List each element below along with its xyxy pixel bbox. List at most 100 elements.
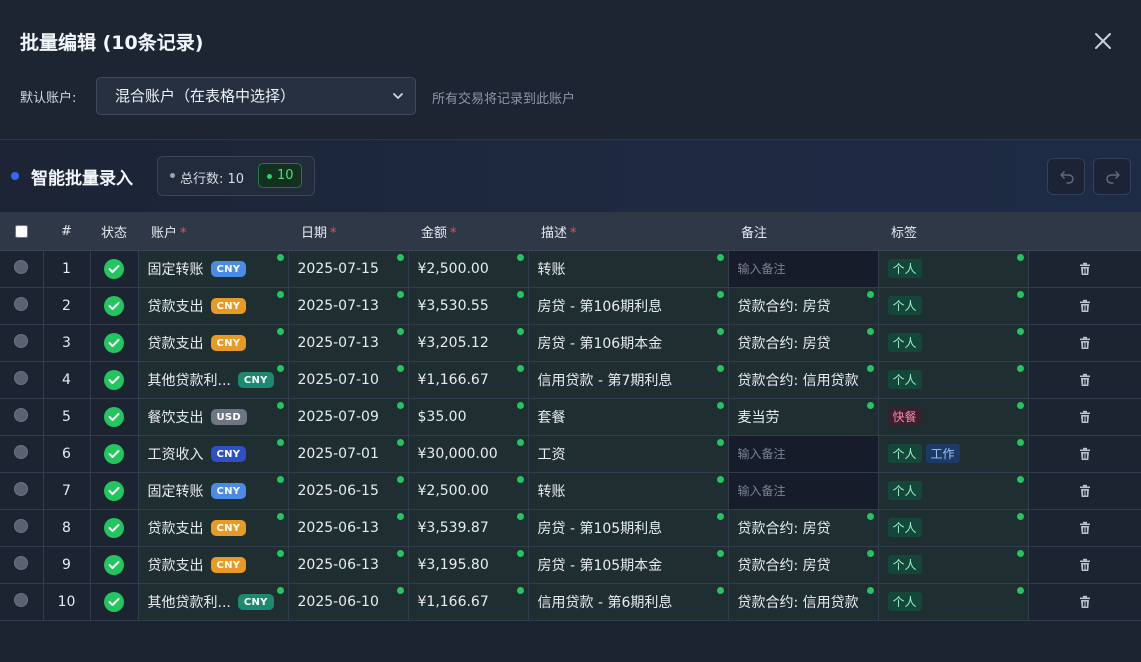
date-cell[interactable]: 2025-07-15 — [288, 250, 409, 288]
tag-chip[interactable]: 工作 — [925, 444, 960, 463]
tag-chip[interactable]: 个人 — [887, 481, 922, 500]
account-cell[interactable]: 固定转账 CNY — [138, 250, 289, 288]
close-button[interactable] — [1090, 28, 1116, 54]
date-cell[interactable]: 2025-07-13 — [288, 324, 409, 362]
delete-row-button[interactable] — [1028, 435, 1141, 473]
account-cell[interactable]: 贷款支出 CNY — [138, 324, 289, 362]
row-select-radio[interactable] — [14, 333, 29, 348]
row-select-radio[interactable] — [14, 555, 29, 570]
description-cell[interactable]: 套餐 — [528, 398, 729, 436]
amount-cell[interactable]: ¥2,500.00 — [408, 472, 529, 510]
row-select-radio[interactable] — [14, 518, 29, 533]
row-select-radio[interactable] — [14, 370, 29, 385]
account-cell[interactable]: 其他贷款利... CNY — [138, 583, 289, 621]
tags-cell[interactable]: 个人 — [878, 287, 1029, 325]
tag-chip[interactable]: 个人 — [887, 592, 922, 611]
tags-cell[interactable]: 快餐 — [878, 398, 1029, 436]
note-cell[interactable]: 贷款合约: 信用贷款 — [728, 361, 879, 399]
description-cell[interactable]: 信用贷款 - 第6期利息 — [528, 583, 729, 621]
tags-cell[interactable]: 个人 — [878, 361, 1029, 399]
delete-row-button[interactable] — [1028, 250, 1141, 288]
date-cell[interactable]: 2025-07-01 — [288, 435, 409, 473]
date-cell[interactable]: 2025-06-13 — [288, 546, 409, 584]
date-cell[interactable]: 2025-07-10 — [288, 361, 409, 399]
amount-cell[interactable]: ¥30,000.00 — [408, 435, 529, 473]
row-select-radio[interactable] — [14, 296, 29, 311]
amount-cell[interactable]: $35.00 — [408, 398, 529, 436]
tag-chip[interactable]: 个人 — [887, 333, 922, 352]
tags-cell[interactable]: 个人 — [878, 509, 1029, 547]
amount-cell[interactable]: ¥3,530.55 — [408, 287, 529, 325]
account-cell[interactable]: 工资收入 CNY — [138, 435, 289, 473]
tags-cell[interactable]: 个人 — [878, 324, 1029, 362]
amount-cell[interactable]: ¥3,205.12 — [408, 324, 529, 362]
amount-cell[interactable]: ¥1,166.67 — [408, 583, 529, 621]
note-cell[interactable]: 输入备注 — [728, 250, 879, 288]
description-cell[interactable]: 转账 — [528, 250, 729, 288]
row-select-radio[interactable] — [14, 407, 29, 422]
tags-cell[interactable]: 个人 — [878, 472, 1029, 510]
note-cell[interactable]: 贷款合约: 房贷 — [728, 287, 879, 325]
tag-chip[interactable]: 个人 — [887, 555, 922, 574]
description-cell[interactable]: 信用贷款 - 第7期利息 — [528, 361, 729, 399]
date-value: 2025-07-01 — [297, 445, 379, 462]
description-cell[interactable]: 房贷 - 第106期利息 — [528, 287, 729, 325]
row-select-radio[interactable] — [14, 592, 29, 607]
description-cell[interactable]: 转账 — [528, 472, 729, 510]
account-cell[interactable]: 固定转账 CNY — [138, 472, 289, 510]
row-select-radio[interactable] — [14, 259, 29, 274]
tags-cell[interactable]: 个人 — [878, 250, 1029, 288]
note-cell[interactable]: 麦当劳 — [728, 398, 879, 436]
account-cell[interactable]: 其他贷款利... CNY — [138, 361, 289, 399]
account-cell[interactable]: 贷款支出 CNY — [138, 509, 289, 547]
tags-cell[interactable]: 个人 — [878, 583, 1029, 621]
date-cell[interactable]: 2025-06-13 — [288, 509, 409, 547]
account-cell[interactable]: 贷款支出 CNY — [138, 287, 289, 325]
tag-chip[interactable]: 个人 — [887, 296, 922, 315]
delete-row-button[interactable] — [1028, 509, 1141, 547]
redo-button[interactable] — [1093, 158, 1131, 195]
note-cell[interactable]: 输入备注 — [728, 435, 879, 473]
date-cell[interactable]: 2025-06-10 — [288, 583, 409, 621]
delete-row-button[interactable] — [1028, 546, 1141, 584]
row-select-radio[interactable] — [14, 481, 29, 496]
description-cell[interactable]: 房贷 - 第105期本金 — [528, 546, 729, 584]
date-cell[interactable]: 2025-06-15 — [288, 472, 409, 510]
amount-cell[interactable]: ¥1,166.67 — [408, 361, 529, 399]
tags-cell[interactable]: 个人 工作 — [878, 435, 1029, 473]
description-cell[interactable]: 工资 — [528, 435, 729, 473]
tag-chip[interactable]: 个人 — [887, 518, 922, 537]
tags-cell[interactable]: 个人 — [878, 546, 1029, 584]
date-cell[interactable]: 2025-07-13 — [288, 287, 409, 325]
note-cell[interactable]: 贷款合约: 房贷 — [728, 324, 879, 362]
tag-chip[interactable]: 快餐 — [887, 407, 922, 426]
tag-chip[interactable]: 个人 — [887, 259, 922, 278]
amount-cell[interactable]: ¥2,500.00 — [408, 250, 529, 288]
amount-cell[interactable]: ¥3,539.87 — [408, 509, 529, 547]
note-cell[interactable]: 贷款合约: 房贷 — [728, 546, 879, 584]
table-row: 7 固定转账 CNY 2025-06-15 ¥2,500.00 转账 输入备注 个人 — [0, 472, 1141, 510]
description-cell[interactable]: 房贷 - 第106期本金 — [528, 324, 729, 362]
account-cell[interactable]: 贷款支出 CNY — [138, 546, 289, 584]
undo-button[interactable] — [1047, 158, 1085, 195]
row-select-radio[interactable] — [14, 444, 29, 459]
delete-row-button[interactable] — [1028, 398, 1141, 436]
note-cell[interactable]: 输入备注 — [728, 472, 879, 510]
default-account-select[interactable]: 混合账户（在表格中选择） — [96, 77, 416, 115]
select-all-checkbox[interactable] — [15, 224, 28, 238]
amount-cell[interactable]: ¥3,195.80 — [408, 546, 529, 584]
account-cell[interactable]: 餐饮支出 USD — [138, 398, 289, 436]
row-index: 1 — [43, 250, 91, 288]
delete-row-button[interactable] — [1028, 287, 1141, 325]
valid-dot-icon — [716, 549, 724, 557]
delete-row-button[interactable] — [1028, 472, 1141, 510]
delete-row-button[interactable] — [1028, 583, 1141, 621]
tag-chip[interactable]: 个人 — [887, 370, 922, 389]
description-cell[interactable]: 房贷 - 第105期利息 — [528, 509, 729, 547]
date-cell[interactable]: 2025-07-09 — [288, 398, 409, 436]
delete-row-button[interactable] — [1028, 361, 1141, 399]
note-cell[interactable]: 贷款合约: 信用贷款 — [728, 583, 879, 621]
tag-chip[interactable]: 个人 — [887, 444, 922, 463]
note-cell[interactable]: 贷款合约: 房贷 — [728, 509, 879, 547]
delete-row-button[interactable] — [1028, 324, 1141, 362]
